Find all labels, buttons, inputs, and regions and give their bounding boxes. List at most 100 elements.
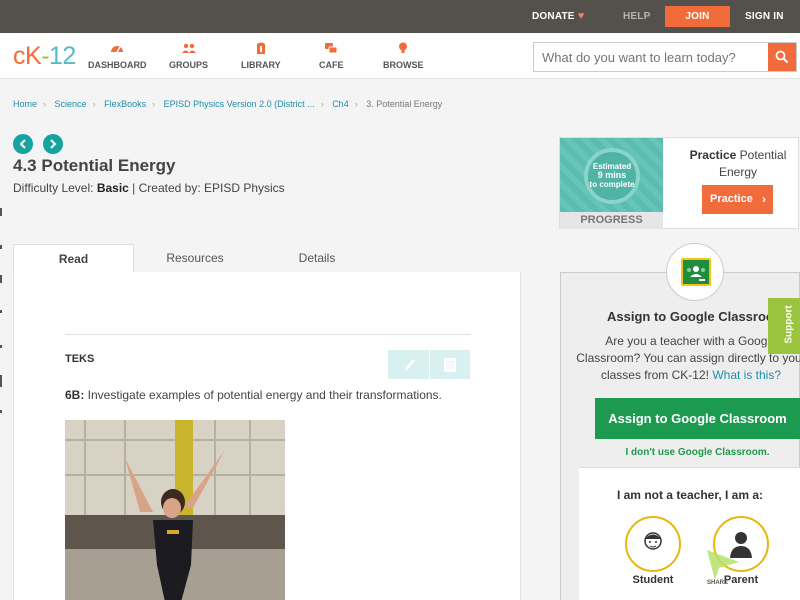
- breadcrumb-current: 3. Potential Energy: [366, 99, 443, 109]
- logo-dash: -: [41, 42, 50, 70]
- breadcrumb-home[interactable]: Home: [13, 99, 37, 109]
- breadcrumb-separator: ›: [152, 99, 156, 109]
- edge-mark: [0, 275, 2, 283]
- nav-groups[interactable]: GROUPS: [169, 41, 208, 70]
- student-icon: [644, 532, 662, 550]
- share-label: SHARE: [707, 580, 729, 586]
- search-input[interactable]: [534, 43, 768, 71]
- lesson-meta: Difficulty Level: Basic | Created by: EP…: [13, 181, 285, 195]
- assign-desc-line-3: classes from CK-12!: [600, 368, 713, 382]
- google-classroom-logo: [666, 243, 724, 301]
- assign-to-google-classroom-button[interactable]: Assign to Google Classroom: [595, 398, 800, 439]
- library-icon: [241, 41, 281, 57]
- content-divider: [65, 334, 471, 335]
- edge-mark: [0, 310, 2, 313]
- help-link[interactable]: HELP: [623, 0, 650, 33]
- what-is-this-link[interactable]: What is this?: [712, 368, 781, 382]
- join-button[interactable]: JOIN: [665, 6, 730, 27]
- search-icon: [775, 50, 789, 64]
- previous-lesson-button[interactable]: [13, 134, 33, 154]
- donate-label: DONATE: [532, 11, 575, 22]
- notes-icon[interactable]: [442, 357, 458, 373]
- groups-icon: [169, 41, 208, 57]
- chevron-right-icon: ›: [762, 192, 766, 206]
- breadcrumb-separator: ›: [354, 99, 358, 109]
- teks-heading: TEKS: [65, 353, 95, 365]
- heart-icon: ♥: [577, 10, 585, 22]
- student-role-button[interactable]: [625, 516, 681, 572]
- search-button[interactable]: [768, 43, 796, 71]
- nav-dashboard[interactable]: DASHBOARD: [88, 41, 147, 70]
- dont-use-google-classroom-link[interactable]: I don't use Google Classroom.: [595, 447, 800, 458]
- chevron-left-icon: [19, 139, 26, 149]
- diver-photo: [65, 420, 285, 600]
- nav-cafe-label: CAFE: [319, 60, 344, 70]
- lesson-image-diver: [65, 420, 285, 600]
- edge-mark: [0, 245, 2, 249]
- role-selector: I am not a teacher, I am a: Student Pare…: [579, 467, 800, 600]
- logo-ck: cK: [13, 42, 42, 70]
- nav-library[interactable]: LIBRARY: [241, 41, 281, 70]
- to-complete-label: to complete: [589, 180, 635, 189]
- nav-browse[interactable]: BROWSE: [383, 41, 424, 70]
- breadcrumb-science[interactable]: Science: [55, 99, 87, 109]
- practice-button[interactable]: Practice ›: [702, 185, 773, 214]
- donate-link[interactable]: DONATE ♥: [532, 0, 584, 33]
- breadcrumb-separator: ›: [92, 99, 96, 109]
- next-lesson-button[interactable]: [43, 134, 63, 154]
- nav-groups-label: GROUPS: [169, 60, 209, 70]
- edge-mark: [0, 375, 2, 387]
- practice-progress-image: Estimated 9 mins to complete PROGRESS: [560, 138, 663, 229]
- tools-separator: [429, 350, 430, 379]
- sign-in-link[interactable]: SIGN IN: [745, 0, 784, 33]
- progress-label: PROGRESS: [560, 212, 663, 229]
- breadcrumb-separator: ›: [43, 99, 47, 109]
- google-classroom-card: Assign to Google Classroom Are you a tea…: [560, 272, 800, 600]
- page-title: 4.3 Potential Energy: [13, 156, 176, 175]
- ck12-logo[interactable]: cK-12: [13, 42, 76, 71]
- top-bar: DONATE ♥ HELP JOIN SIGN IN: [0, 0, 800, 33]
- teks-description: Investigate examples of potential energy…: [84, 388, 442, 402]
- assign-title: Assign to Google Classroom: [607, 309, 786, 324]
- search-box: [533, 42, 797, 72]
- chevron-right-icon: [50, 139, 57, 149]
- classroom-people-icon: [687, 266, 705, 281]
- share-icon[interactable]: [705, 548, 741, 582]
- breadcrumb-book[interactable]: EPISD Physics Version 2.0 (District ...: [164, 99, 315, 109]
- read-content: TEKS 6B: Investigate examples of potenti…: [13, 272, 521, 600]
- assign-description: Are you a teacher with a Google Classroo…: [571, 333, 800, 384]
- breadcrumb-separator: ›: [320, 99, 324, 109]
- breadcrumb-chapter[interactable]: Ch4: [332, 99, 349, 109]
- breadcrumb: Home › Science › FlexBooks › EPISD Physics …: [13, 99, 442, 109]
- estimated-mins: 9 mins: [597, 170, 627, 180]
- dashboard-icon: [88, 41, 147, 57]
- cafe-icon: [319, 41, 344, 57]
- assign-desc-line-2: Classroom? You can assign directly to yo…: [576, 351, 800, 365]
- student-label: Student: [632, 574, 674, 586]
- practice-title-bold: Practice: [689, 148, 737, 162]
- content-tabs: Read Resources Details: [13, 244, 521, 273]
- practice-card: Estimated 9 mins to complete PROGRESS Pr…: [559, 137, 799, 229]
- support-label: Support: [783, 305, 795, 344]
- pencil-icon[interactable]: [402, 357, 416, 373]
- not-teacher-label: I am not a teacher, I am a:: [616, 488, 764, 502]
- tab-details[interactable]: Details: [256, 244, 378, 273]
- difficulty-label: Difficulty Level:: [13, 181, 97, 195]
- google-classroom-icon: [681, 258, 711, 286]
- assign-desc-line-1: Are you a teacher with a Google: [605, 334, 777, 348]
- estimate-text: Estimated 9 mins to complete: [588, 162, 636, 189]
- practice-button-label: Practice: [710, 193, 753, 205]
- created-by: | Created by: EPISD Physics: [128, 181, 285, 195]
- nav-browse-label: BROWSE: [383, 60, 424, 70]
- teks-standard: 6B: Investigate examples of potential en…: [65, 388, 442, 402]
- tab-read[interactable]: Read: [13, 244, 134, 273]
- support-tab[interactable]: Support: [768, 298, 800, 354]
- breadcrumb-flexbooks[interactable]: FlexBooks: [104, 99, 146, 109]
- difficulty-value: Basic: [96, 181, 129, 195]
- logo-num: 12: [49, 42, 76, 70]
- teks-code: 6B:: [65, 388, 85, 402]
- main-header: cK-12 DASHBOARD GROUPS LIBRARY CAFE BROW…: [0, 33, 800, 79]
- nav-cafe[interactable]: CAFE: [319, 41, 344, 70]
- tab-resources[interactable]: Resources: [134, 244, 256, 273]
- nav-dashboard-label: DASHBOARD: [88, 60, 147, 70]
